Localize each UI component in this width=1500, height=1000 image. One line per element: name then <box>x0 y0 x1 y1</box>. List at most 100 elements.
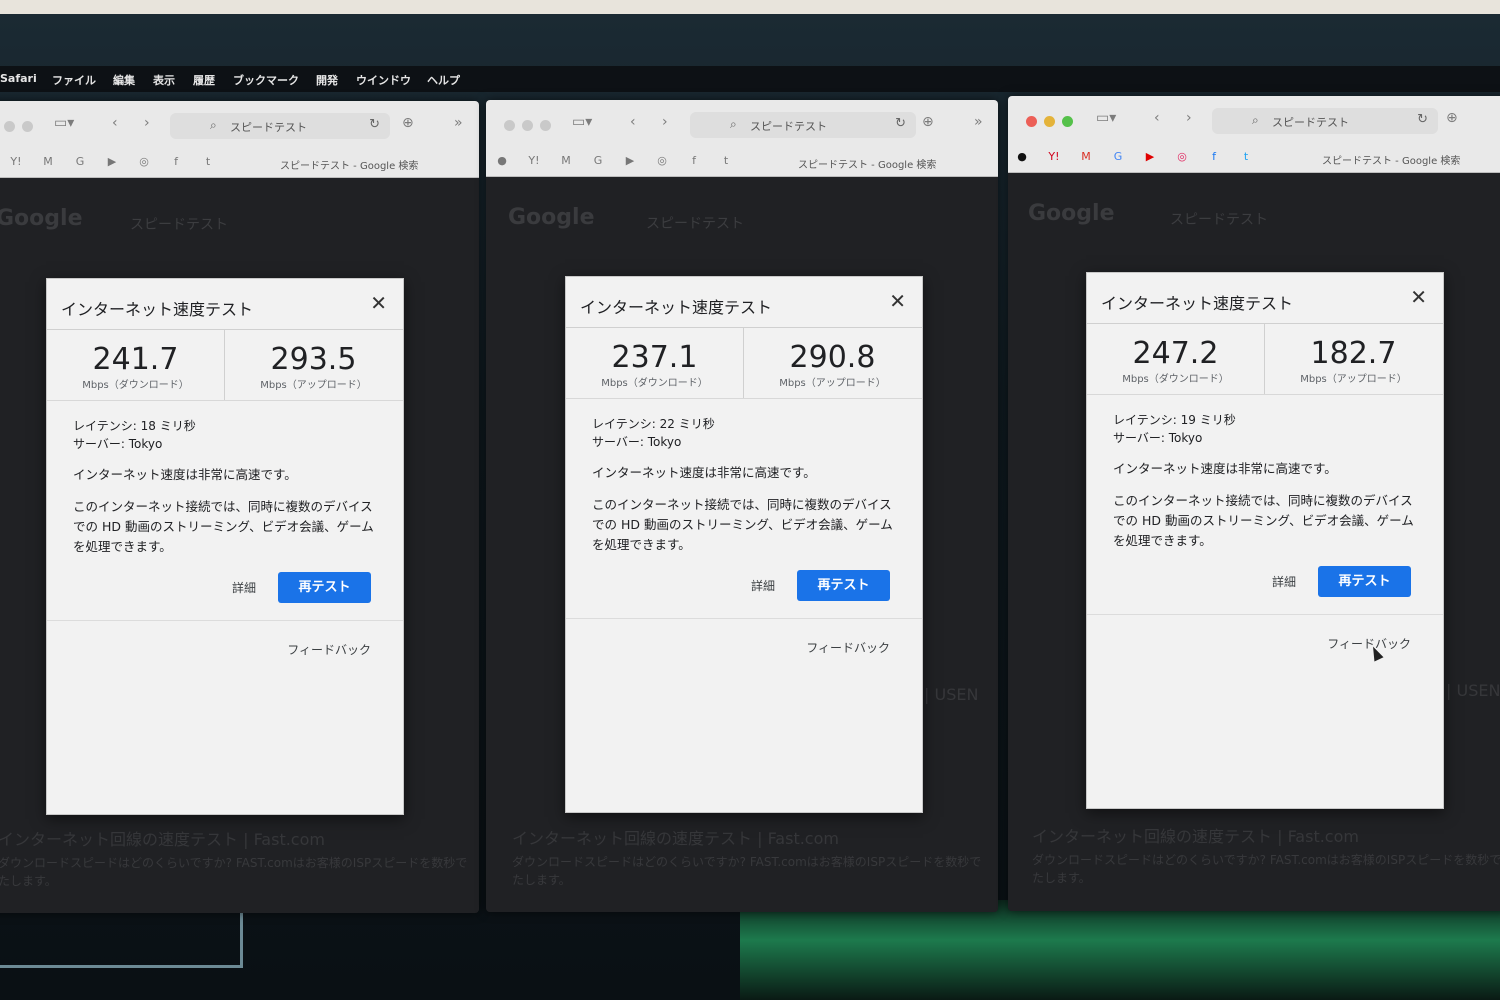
bookmark-google-icon[interactable]: G <box>70 155 90 168</box>
bookmark-music-icon[interactable]: ◎ <box>1172 150 1192 163</box>
menu-develop[interactable]: 開発 <box>316 72 338 88</box>
result-title[interactable]: インターネット回線の速度テスト | Fast.com <box>0 826 325 850</box>
sidebar-icon[interactable]: ▭▾ <box>54 115 74 131</box>
bookmark-gmail-icon[interactable]: M <box>1076 150 1096 163</box>
details-link[interactable]: 詳細 <box>232 579 256 596</box>
more-tabs-icon[interactable]: » <box>454 115 463 131</box>
download-icon[interactable]: ⊕ <box>402 115 414 131</box>
bookmark-google-search[interactable]: スピードテスト - Google 検索 <box>798 156 936 171</box>
dialog-title: インターネット速度テスト <box>580 298 773 317</box>
window-close-dot[interactable] <box>1026 116 1037 127</box>
bookmark-facebook-icon[interactable]: f <box>166 155 186 168</box>
address-bar[interactable]: ⌕ スピードテスト ↻ <box>170 113 390 139</box>
bookmark-music-icon[interactable]: ◎ <box>652 154 672 167</box>
details-link[interactable]: 詳細 <box>751 577 775 594</box>
menu-edit[interactable]: 編集 <box>113 72 135 88</box>
upload-value: 182.7 <box>1310 336 1397 371</box>
address-bar[interactable]: ⌕ スピードテスト ↻ <box>690 112 916 138</box>
speed-summary: インターネット速度は非常に高速です。 <box>73 467 297 482</box>
reload-icon[interactable]: ↻ <box>1417 112 1428 127</box>
divider <box>47 400 403 401</box>
menu-window[interactable]: ウインドウ <box>356 72 411 88</box>
bookmark-music-icon[interactable]: ◎ <box>134 155 154 168</box>
menu-safari[interactable]: Safari <box>0 72 37 85</box>
forward-icon[interactable]: › <box>144 115 150 131</box>
more-tabs-icon[interactable]: » <box>974 114 983 130</box>
back-icon[interactable]: ‹ <box>1154 110 1160 126</box>
retest-button[interactable]: 再テスト <box>797 570 890 601</box>
download-icon[interactable]: ⊕ <box>1446 110 1458 126</box>
forward-icon[interactable]: › <box>662 114 668 130</box>
window-zoom-dot[interactable] <box>1062 116 1073 127</box>
feedback-link[interactable]: フィードバック <box>287 641 371 658</box>
upload-value: 293.5 <box>270 342 357 377</box>
background-wall <box>0 0 1500 14</box>
bookmarks-bar: Y! M G ▶ ◎ f t スピードテスト - Google 検索 <box>0 149 479 178</box>
bookmark-yahoo-icon[interactable]: Y! <box>1044 150 1064 163</box>
menu-file[interactable]: ファイル <box>52 72 96 88</box>
details-link[interactable]: 詳細 <box>1272 573 1296 590</box>
bookmark-google-search[interactable]: スピードテスト - Google 検索 <box>280 157 418 172</box>
close-icon[interactable]: ✕ <box>889 289 906 313</box>
result-title[interactable]: インターネット回線の速度テスト | Fast.com <box>1032 823 1359 847</box>
feedback-link[interactable]: フィードバック <box>806 639 890 656</box>
bookmark-google-icon[interactable]: G <box>1108 150 1128 163</box>
retest-button[interactable]: 再テスト <box>1318 566 1411 597</box>
window-close-dot[interactable] <box>4 121 15 132</box>
reload-icon[interactable]: ↻ <box>369 117 380 132</box>
speed-description: このインターネット接続では、同時に複数のデバイスでの HD 動画のストリーミング… <box>73 499 374 554</box>
latency-text: レイテンシ: 22 ミリ秒 <box>592 417 715 431</box>
result-title[interactable]: インターネット回線の速度テスト | Fast.com <box>512 825 839 849</box>
download-value: 237.1 <box>611 340 698 375</box>
bookmark-gmail-icon[interactable]: M <box>556 154 576 167</box>
window-minimize-dot[interactable] <box>522 120 533 131</box>
bookmark-google-search[interactable]: スピードテスト - Google 検索 <box>1322 152 1460 167</box>
sidebar-icon[interactable]: ▭▾ <box>1096 110 1116 126</box>
menu-view[interactable]: 表示 <box>153 72 175 88</box>
speed-description: このインターネット接続では、同時に複数のデバイスでの HD 動画のストリーミング… <box>1113 493 1414 548</box>
back-icon[interactable]: ‹ <box>112 115 118 131</box>
google-logo: Google <box>1028 201 1115 226</box>
search-icon: ⌕ <box>210 118 217 132</box>
result-snippet-2: たします。 <box>0 874 57 888</box>
google-logo: Google <box>508 205 595 230</box>
back-icon[interactable]: ‹ <box>630 114 636 130</box>
bookmark-facebook-icon[interactable]: f <box>1204 150 1224 163</box>
menu-history[interactable]: 履歴 <box>193 72 215 88</box>
menu-bookmarks[interactable]: ブックマーク <box>233 72 299 88</box>
bookmark-google-icon[interactable]: G <box>588 154 608 167</box>
bookmark-youtube-icon[interactable]: ▶ <box>1140 150 1160 163</box>
close-icon[interactable]: ✕ <box>1410 285 1427 309</box>
dialog-header: インターネット速度テスト ✕ <box>1087 273 1443 324</box>
download-speed: 247.2 Mbps（ダウンロード） <box>1087 324 1264 394</box>
bookmark-youtube-icon[interactable]: ▶ <box>620 154 640 167</box>
bookmark-gmail-icon[interactable]: M <box>38 155 58 168</box>
apple-icon[interactable]: ● <box>492 154 512 167</box>
retest-button[interactable]: 再テスト <box>278 572 371 603</box>
close-icon[interactable]: ✕ <box>370 291 387 315</box>
window-close-dot[interactable] <box>504 120 515 131</box>
bookmark-yahoo-icon[interactable]: Y! <box>6 155 26 168</box>
bookmark-yahoo-icon[interactable]: Y! <box>524 154 544 167</box>
window-minimize-dot[interactable] <box>22 121 33 132</box>
speed-test-dialog-2: インターネット速度テスト ✕ 237.1 Mbps（ダウンロード） 290.8 … <box>565 276 923 813</box>
server-text: サーバー: Tokyo <box>592 435 682 449</box>
apple-icon[interactable]: ● <box>1012 150 1032 163</box>
sidebar-icon[interactable]: ▭▾ <box>572 114 592 130</box>
bookmark-twitter-icon[interactable]: t <box>1236 150 1256 163</box>
window-zoom-dot[interactable] <box>540 120 551 131</box>
download-icon[interactable]: ⊕ <box>922 114 934 130</box>
bookmark-twitter-icon[interactable]: t <box>198 155 218 168</box>
bookmark-facebook-icon[interactable]: f <box>684 154 704 167</box>
window-minimize-dot[interactable] <box>1044 116 1055 127</box>
divider <box>47 620 403 621</box>
bookmark-youtube-icon[interactable]: ▶ <box>102 155 122 168</box>
address-bar[interactable]: ⌕ スピードテスト ↻ <box>1212 108 1438 134</box>
menu-help[interactable]: ヘルプ <box>427 72 460 88</box>
bookmark-twitter-icon[interactable]: t <box>716 154 736 167</box>
forward-icon[interactable]: › <box>1186 110 1192 126</box>
search-query: スピードテスト <box>130 217 228 233</box>
reload-icon[interactable]: ↻ <box>895 116 906 131</box>
upload-speed: 293.5 Mbps（アップロード） <box>225 330 402 400</box>
speed-description: このインターネット接続では、同時に複数のデバイスでの HD 動画のストリーミング… <box>592 497 893 552</box>
